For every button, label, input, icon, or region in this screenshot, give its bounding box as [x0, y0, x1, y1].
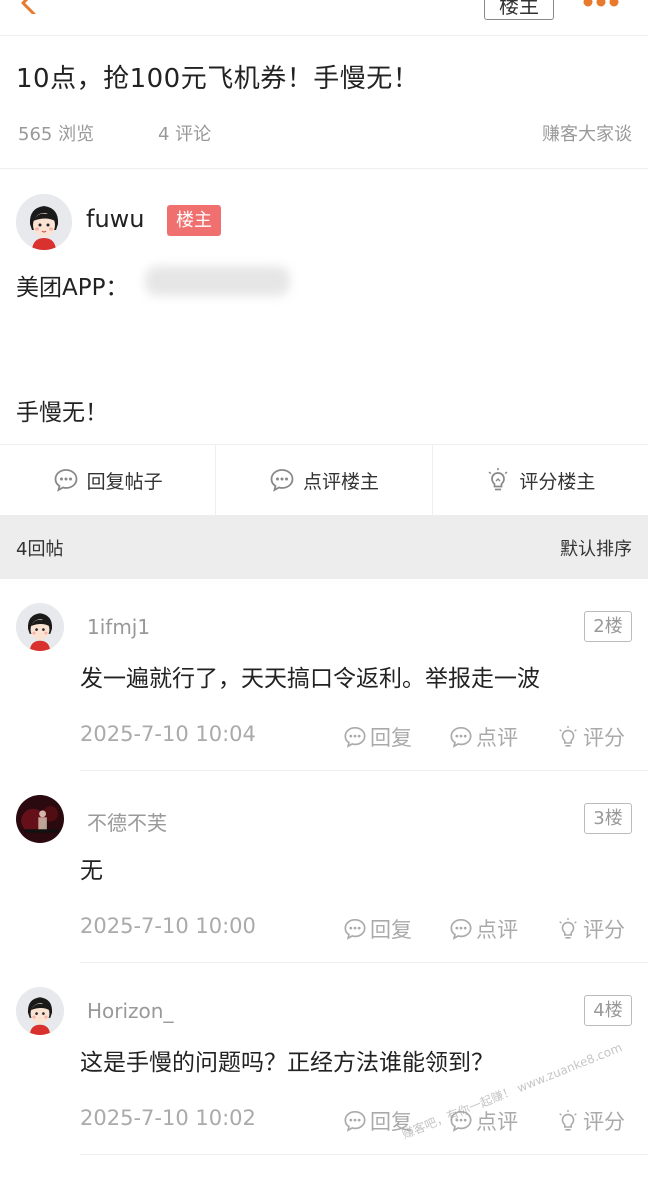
cartoon-girl-avatar-icon [16, 194, 72, 250]
sort-selector[interactable]: 默认排序 [560, 535, 632, 561]
comment-bubble-icon [54, 469, 78, 492]
back-arrow-icon[interactable] [18, 0, 40, 14]
post-content-line: 手慢无！ [16, 400, 108, 426]
reply-button-label: 回复 [370, 726, 412, 750]
comment-button[interactable]: 点评 [449, 914, 518, 944]
reply-count: 4回帖 [16, 539, 64, 560]
post-action-bar: 回复帖子 点评楼主 评分楼主 [0, 444, 648, 515]
reply-item: 不德不芙 3楼 无 2025-7-10 10:00 回复 点评 评分 [0, 771, 648, 963]
divider [80, 1154, 648, 1155]
cartoon-girl-avatar-icon [16, 603, 64, 651]
comment-bubble-icon [344, 1110, 366, 1132]
post-content-line: 美团APP： [16, 275, 129, 301]
floor-number: 2楼 [584, 611, 632, 642]
reply-timestamp: 2025-7-10 10:00 [80, 914, 256, 938]
floor-number: 3楼 [584, 803, 632, 834]
rate-button[interactable]: 评分 [556, 722, 625, 752]
reply-text: 无 [80, 858, 103, 884]
rate-button[interactable]: 评分 [556, 914, 625, 944]
comment-button-label: 点评 [476, 918, 518, 942]
lightbulb-icon [488, 468, 508, 491]
post-title: 10点，抢100元飞机券！手慢无！ [16, 64, 420, 94]
reply-text: 这是手慢的问题吗？正经方法谁能领到？ [80, 1050, 494, 1076]
reply-avatar[interactable] [16, 603, 64, 651]
cartoon-girl-avatar-icon [16, 987, 64, 1035]
top-bar: 楼主 [0, 0, 648, 36]
reply-username[interactable]: 1ifmj1 [87, 615, 150, 639]
divider [0, 168, 648, 169]
reply-button-label: 回复 [370, 918, 412, 942]
reply-list-header: 4回帖 默认排序 [0, 515, 648, 579]
comment-bubble-icon [450, 726, 472, 748]
reply-post-label: 回复帖子 [86, 470, 163, 493]
lightbulb-icon [559, 917, 577, 939]
comment-bubble-icon [450, 918, 472, 940]
reply-timestamp: 2025-7-10 10:04 [80, 722, 256, 746]
comment-bubble-icon [344, 726, 366, 748]
comment-op-button[interactable]: 点评楼主 [216, 445, 433, 515]
reply-timestamp: 2025-7-10 10:02 [80, 1106, 256, 1130]
dark-photo-avatar-icon [16, 795, 64, 843]
view-count: 565 浏览 [18, 124, 95, 145]
only-op-button[interactable]: 楼主 [484, 0, 554, 20]
lightbulb-icon [559, 1109, 577, 1131]
author-avatar[interactable] [16, 194, 72, 250]
more-options-icon[interactable] [583, 0, 619, 8]
op-badge: 楼主 [167, 205, 221, 236]
reply-username[interactable]: Horizon_ [87, 999, 173, 1023]
comment-count: 4 评论 [158, 124, 212, 145]
blurred-code [145, 266, 290, 296]
author-name[interactable]: fuwu [86, 205, 145, 233]
rate-op-button[interactable]: 评分楼主 [433, 445, 648, 515]
rate-button-label: 评分 [583, 1110, 625, 1134]
rate-op-label: 评分楼主 [519, 470, 596, 493]
rate-button-label: 评分 [583, 726, 625, 750]
reply-post-button[interactable]: 回复帖子 [0, 445, 217, 515]
reply-avatar[interactable] [16, 987, 64, 1035]
rate-button[interactable]: 评分 [556, 1106, 625, 1136]
board-link[interactable]: 赚客大家谈 [542, 120, 632, 146]
floor-number: 4楼 [584, 995, 632, 1026]
reply-button[interactable]: 回复 [343, 722, 412, 752]
reply-text: 发一遍就行了，天天搞口令返利。举报走一波 [80, 666, 540, 692]
rate-button-label: 评分 [583, 918, 625, 942]
comment-button[interactable]: 点评 [449, 722, 518, 752]
comment-bubble-icon [270, 469, 294, 492]
comment-op-label: 点评楼主 [302, 470, 379, 493]
reply-item: 1ifmj1 2楼 发一遍就行了，天天搞口令返利。举报走一波 2025-7-10… [0, 579, 648, 771]
comment-bubble-icon [344, 918, 366, 940]
reply-item: Horizon_ 4楼 这是手慢的问题吗？正经方法谁能领到？ 2025-7-10… [0, 963, 648, 1155]
reply-username[interactable]: 不德不芙 [87, 807, 167, 836]
lightbulb-icon [559, 725, 577, 747]
reply-avatar[interactable] [16, 795, 64, 843]
comment-button-label: 点评 [476, 726, 518, 750]
reply-button[interactable]: 回复 [343, 914, 412, 944]
